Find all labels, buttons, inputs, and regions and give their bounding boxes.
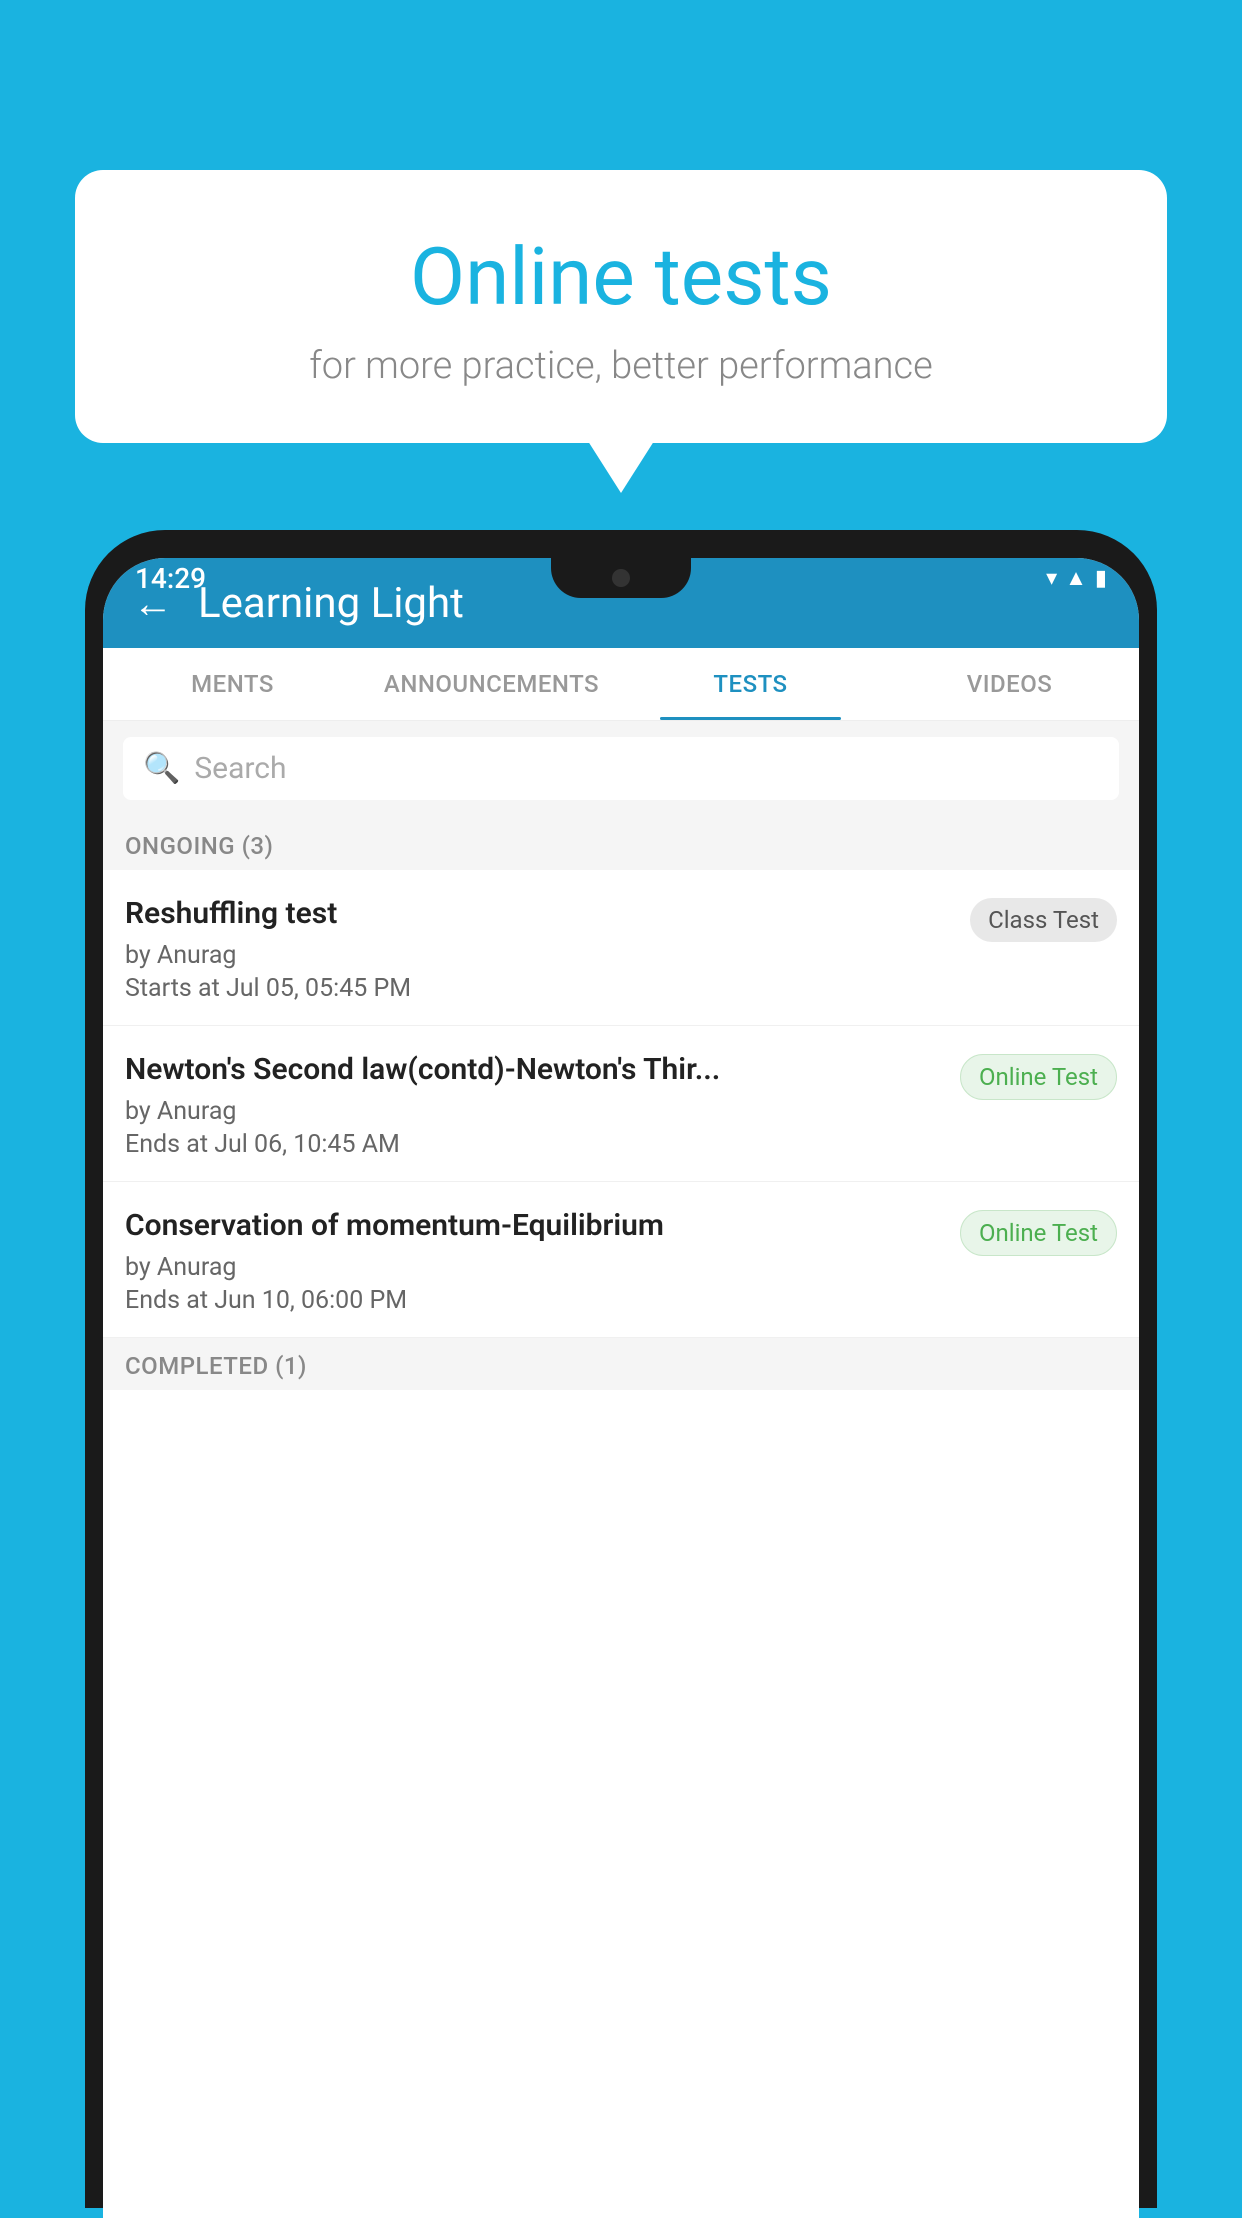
wifi-icon: ▾ — [1046, 566, 1057, 591]
test-item[interactable]: Reshuffling test by Anurag Starts at Jul… — [103, 870, 1139, 1026]
test-list: Reshuffling test by Anurag Starts at Jul… — [103, 870, 1139, 2218]
search-input[interactable]: Search — [194, 751, 286, 786]
search-box[interactable]: 🔍 Search — [123, 737, 1119, 800]
tab-videos[interactable]: VIDEOS — [880, 648, 1139, 720]
test-badge-class: Class Test — [970, 898, 1117, 942]
tab-tests[interactable]: TESTS — [621, 648, 880, 720]
search-icon: 🔍 — [143, 751, 180, 786]
test-date: Ends at Jul 06, 10:45 AM — [125, 1130, 945, 1159]
test-author: by Anurag — [125, 1097, 945, 1126]
bubble-title: Online tests — [125, 230, 1117, 324]
search-container: 🔍 Search — [103, 721, 1139, 816]
test-name: Newton's Second law(contd)-Newton's Thir… — [125, 1050, 945, 1089]
phone-status-bar: 14:29 ▾ ▲ ▮ — [85, 548, 1157, 608]
ongoing-section-header: ONGOING (3) — [103, 816, 1139, 870]
test-author: by Anurag — [125, 1253, 945, 1282]
test-author: by Anurag — [125, 941, 955, 970]
phone-status-icons: ▾ ▲ ▮ — [1046, 565, 1107, 591]
phone-frame: 14:29 ▾ ▲ ▮ ← Learning Light MENTS ANNOU… — [85, 530, 1157, 2208]
phone-camera — [612, 569, 630, 587]
phone-notch — [551, 558, 691, 598]
test-info: Reshuffling test by Anurag Starts at Jul… — [125, 894, 955, 1003]
test-date: Starts at Jul 05, 05:45 PM — [125, 974, 955, 1003]
tab-ments[interactable]: MENTS — [103, 648, 362, 720]
test-info: Newton's Second law(contd)-Newton's Thir… — [125, 1050, 945, 1159]
bubble-subtitle: for more practice, better performance — [125, 344, 1117, 388]
test-name: Conservation of momentum-Equilibrium — [125, 1206, 945, 1245]
speech-bubble: Online tests for more practice, better p… — [75, 170, 1167, 443]
test-badge-online: Online Test — [960, 1054, 1117, 1100]
phone-screen: ← Learning Light MENTS ANNOUNCEMENTS TES… — [103, 558, 1139, 2218]
tab-announcements[interactable]: ANNOUNCEMENTS — [362, 648, 621, 720]
test-date: Ends at Jun 10, 06:00 PM — [125, 1286, 945, 1315]
test-info: Conservation of momentum-Equilibrium by … — [125, 1206, 945, 1315]
completed-section-header: COMPLETED (1) — [103, 1338, 1139, 1390]
test-name: Reshuffling test — [125, 894, 955, 933]
battery-icon: ▮ — [1095, 566, 1107, 591]
phone-time: 14:29 — [135, 562, 206, 595]
test-badge-online: Online Test — [960, 1210, 1117, 1256]
tabs-bar: MENTS ANNOUNCEMENTS TESTS VIDEOS — [103, 648, 1139, 721]
test-item[interactable]: Newton's Second law(contd)-Newton's Thir… — [103, 1026, 1139, 1182]
test-item[interactable]: Conservation of momentum-Equilibrium by … — [103, 1182, 1139, 1338]
signal-icon: ▲ — [1065, 565, 1087, 591]
